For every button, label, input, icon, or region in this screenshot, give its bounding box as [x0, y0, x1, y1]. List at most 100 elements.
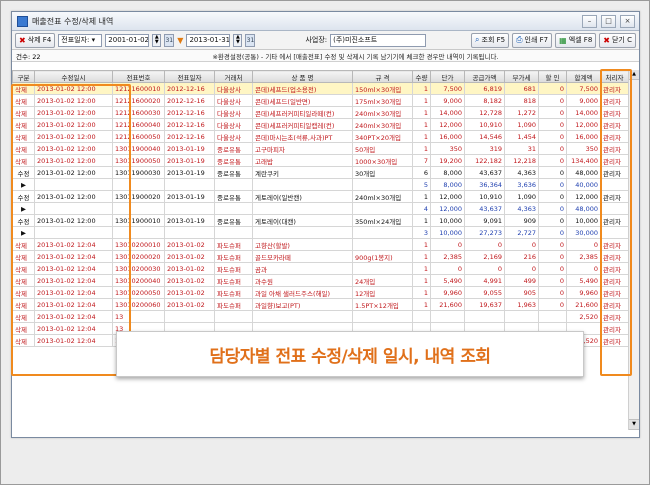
column-header[interactable]: 전표번호 [112, 70, 165, 83]
column-header[interactable]: 수량 [412, 70, 431, 83]
maximize-button[interactable]: □ [601, 14, 616, 28]
table-cell: 게토레이(일반캔) [252, 190, 353, 203]
table-cell: 1 [412, 82, 431, 95]
table-cell: 0 [538, 238, 567, 251]
table-cell: 파도슈퍼 [214, 262, 253, 275]
table-cell: 9,960 [566, 286, 601, 299]
callout-text: 담당자별 전표 수정/삭제 일시, 내역 조회 [209, 346, 492, 367]
table-cell: 2,727 [504, 226, 539, 239]
date-to-calendar-icon[interactable]: 31 [245, 33, 256, 47]
table-cell: 콘데)세프드(일반면) [252, 94, 353, 107]
table-cell: 12,000 [566, 190, 601, 203]
table-cell [214, 226, 253, 239]
table-cell: 0 [538, 166, 567, 179]
column-header[interactable]: 상 품 명 [252, 70, 353, 83]
business-select[interactable]: (주)미진소프트 [330, 33, 427, 47]
table-cell: 3 [412, 226, 431, 239]
table-cell: 2013-01-19 [164, 214, 215, 227]
column-header[interactable]: 단가 [430, 70, 465, 83]
delete-button[interactable]: ✖ 삭제 F4 [15, 32, 56, 48]
table-cell: 499 [504, 274, 539, 287]
table-cell: 0 [538, 82, 567, 95]
print-button[interactable]: ⎙ 인쇄 F7 [512, 32, 553, 48]
table-cell: 240ml×30개입 [352, 190, 413, 203]
table-cell [164, 202, 215, 215]
column-header[interactable]: 수정일시 [34, 70, 113, 83]
column-header[interactable]: 공급가액 [464, 70, 505, 83]
table-cell: 1 [412, 274, 431, 287]
table-cell: 350ml×24개입 [352, 214, 413, 227]
date-from-spinner[interactable]: ▲ ▼ [152, 33, 162, 47]
scroll-down-icon[interactable]: ▼ [629, 419, 639, 430]
table-cell: 10,000 [566, 214, 601, 227]
date-type-select[interactable]: 전표일자: ▾ [58, 33, 103, 47]
table-cell: 고구마피자 [252, 142, 353, 155]
table-cell: 19,637 [464, 298, 505, 311]
table-cell: 7,500 [430, 82, 465, 95]
table-cell [214, 202, 253, 215]
table-cell: 1.5PT×12개입 [352, 298, 413, 311]
table-cell: 콘데)세프드(업소용전) [252, 82, 353, 95]
table-cell: 1 [412, 286, 431, 299]
column-header[interactable]: 합계액 [566, 70, 601, 83]
table-cell: 0 [538, 274, 567, 287]
table-cell: 12,728 [464, 106, 505, 119]
table-cell: 0 [464, 238, 505, 251]
table-cell: 2013-01-02 [164, 274, 215, 287]
column-header[interactable]: 할 인 [538, 70, 567, 83]
table-cell: 240ml×30개입 [352, 106, 413, 119]
table-cell: 파도슈퍼 [214, 238, 253, 251]
table-cell: 7 [412, 154, 431, 167]
table-cell: 2,520 [566, 310, 601, 323]
table-cell: 2012-12-16 [164, 82, 215, 95]
date-from-input[interactable]: 2001-01-02 [105, 33, 150, 47]
table-cell: 2013-01-02 [164, 298, 215, 311]
table-cell: 고래밥 [252, 154, 353, 167]
table-cell: 2013-01-02 [164, 286, 215, 299]
table-cell: 1 [412, 106, 431, 119]
table-cell: 21,600 [430, 298, 465, 311]
table-cell: 파도슈퍼 [214, 298, 253, 311]
column-header[interactable]: 부가세 [504, 70, 539, 83]
table-cell [352, 238, 413, 251]
table-cell: 2012-12-16 [164, 118, 215, 131]
table-cell: 21,600 [566, 298, 601, 311]
table-cell: 12,218 [504, 154, 539, 167]
minimize-button[interactable]: – [582, 14, 597, 28]
table-cell [214, 178, 253, 191]
table-header: 구분 수정일시 전표번호 전표일자 거래처 상 품 명규 격 수량 단가 공급가액 부가세 할 인합… [12, 70, 628, 83]
table-cell: 12개입 [352, 286, 413, 299]
column-header[interactable]: 구분 [12, 70, 35, 83]
table-cell: 9,960 [430, 286, 465, 299]
table-cell: 2013-01-02 [164, 262, 215, 275]
close-button[interactable]: ✖ 닫기 C [599, 32, 636, 48]
table-cell: 43,637 [464, 202, 505, 215]
toolbar: ✖ 삭제 F4 전표일자: ▾ 2001-01-02 ▲ ▼ 31 ▼ 2013-… [12, 31, 639, 50]
table-cell: 2013-01-19 [164, 154, 215, 167]
column-header[interactable]: 규 격 [352, 70, 413, 83]
date-to-spinner[interactable]: ▲ ▼ [233, 33, 243, 47]
table-cell: 8,182 [464, 94, 505, 107]
table-cell: 1,090 [504, 190, 539, 203]
table-cell: 콘데)세프러커피티일라떼(컨) [252, 106, 353, 119]
window-title: 매출전표 수정/삭제 내역 [32, 16, 114, 26]
table-cell: 24개입 [352, 274, 413, 287]
highlight-box-operator [600, 69, 632, 376]
table-cell: 1 [412, 190, 431, 203]
excel-button[interactable]: ▦ 엑셀 F8 [555, 32, 597, 48]
close-window-button[interactable]: × [620, 14, 635, 28]
table-cell: 216 [504, 250, 539, 263]
date-to-input[interactable]: 2013-01-31 [186, 33, 231, 47]
table-cell [164, 178, 215, 191]
table-cell: 9,000 [430, 94, 465, 107]
column-header[interactable]: 거래처 [214, 70, 253, 83]
table-cell: 8,000 [430, 166, 465, 179]
search-button[interactable]: ⌕ 조회 F5 [471, 32, 510, 48]
table-cell [252, 226, 353, 239]
table-cell: 905 [504, 286, 539, 299]
column-header[interactable]: 전표일자 [164, 70, 215, 83]
date-from-calendar-icon[interactable]: 31 [164, 33, 175, 47]
table-cell: 9,055 [464, 286, 505, 299]
table-cell: 909 [504, 214, 539, 227]
table-cell: 2,385 [566, 250, 601, 263]
